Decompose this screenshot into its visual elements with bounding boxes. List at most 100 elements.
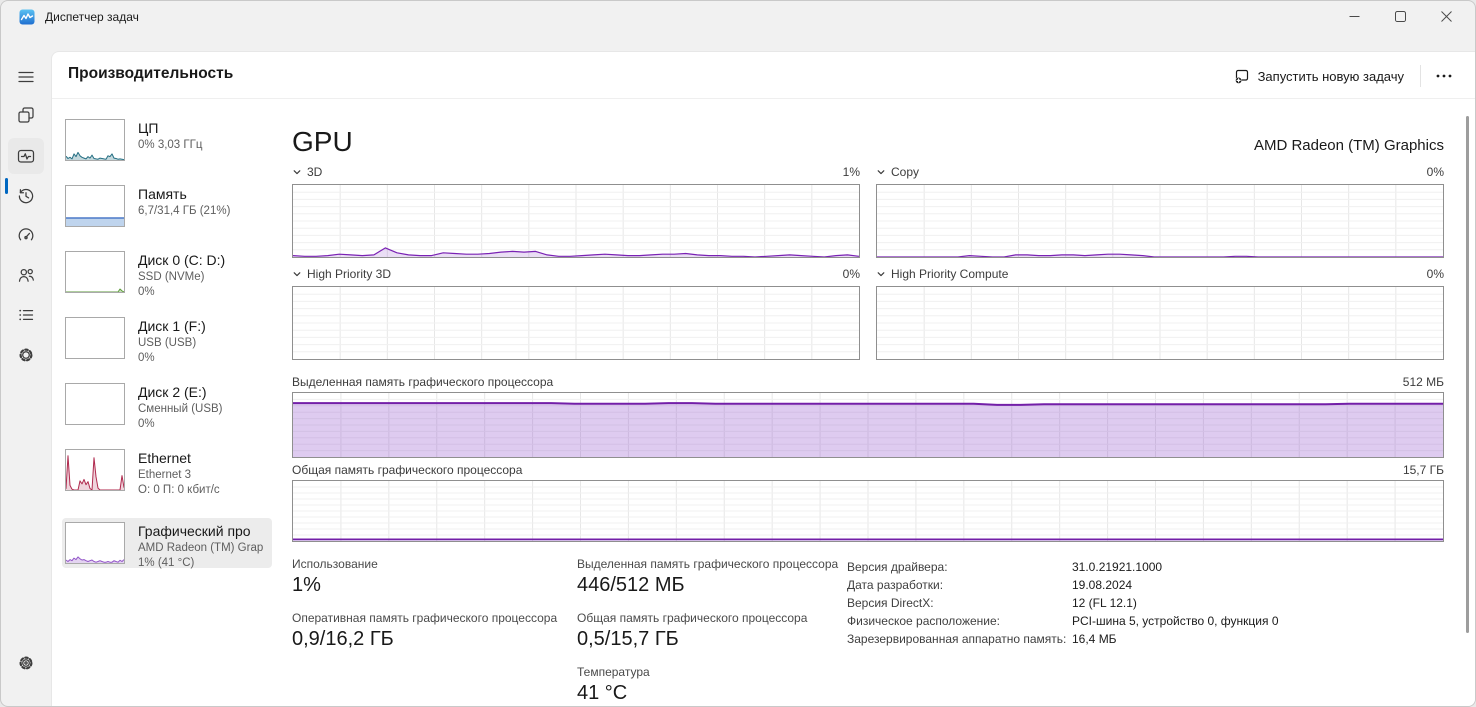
item-subtitle: 6,7/31,4 ГБ (21%) (138, 204, 264, 220)
sidebar-item-performance[interactable] (8, 138, 44, 174)
disk1-mini-chart (65, 317, 125, 359)
memory-mini-chart (65, 185, 125, 227)
gpu-dedicated-memory-chart (292, 392, 1444, 458)
chart-label-copy: Copy (891, 165, 919, 179)
item-subtitle: AMD Radeon (TM) Grap (138, 541, 264, 557)
disk0-mini-chart (65, 251, 125, 293)
nav-rail (1, 31, 51, 706)
content-card: Производительность Запустить новую задач… (51, 51, 1475, 706)
item-subtitle2: 0% (138, 285, 264, 301)
list-item-disk0[interactable]: Диск 0 (C: D:) SSD (NVMe) 0% (62, 246, 272, 312)
sidebar-item-services[interactable] (8, 337, 44, 373)
stat-label-usage: Использование (292, 557, 577, 571)
sidebar-item-details[interactable] (8, 297, 44, 333)
app-icon (19, 9, 35, 25)
sidebar-item-app-history[interactable] (8, 178, 44, 214)
performance-list: ЦП 0% 3,03 ГГц Память 6,7/31,4 ГБ (21%) … (62, 114, 272, 568)
item-title: Графический про (138, 523, 264, 541)
item-subtitle2: 1% (41 °C) (138, 556, 264, 572)
new-task-icon (1234, 68, 1250, 84)
minimize-button[interactable] (1331, 1, 1377, 32)
gpu-details: Версия драйвера: 31.0.21921.1000 Дата ра… (847, 557, 1444, 707)
chart-label-hpcompute: High Priority Compute (891, 267, 1008, 281)
gpu-stats: Использование 1% Оперативная память граф… (292, 557, 1444, 707)
speedometer-icon (17, 226, 35, 244)
maximize-icon (1395, 11, 1406, 22)
detail-row-physical-location: Физическое расположение: PCI-шина 5, уст… (847, 612, 1444, 630)
chart-value-hp3d: 0% (843, 267, 860, 281)
item-subtitle: SSD (NVMe) (138, 270, 264, 286)
stat-label-dedicated: Выделенная память графического процессор… (577, 557, 847, 571)
chevron-down-icon[interactable] (292, 269, 302, 279)
chevron-down-icon[interactable] (876, 269, 886, 279)
users-icon (17, 266, 35, 284)
close-icon (1441, 11, 1452, 22)
run-new-task-button[interactable]: Запустить новую задачу (1224, 62, 1414, 90)
chevron-down-icon[interactable] (292, 167, 302, 177)
task-manager-window: Диспетчер задач (0, 0, 1476, 707)
gpu-panel: GPU AMD Radeon (TM) Graphics 3D 1% Copy (292, 104, 1444, 707)
list-item-ethernet[interactable]: Ethernet Ethernet 3 О: 0 П: 0 кбит/с (62, 444, 272, 510)
window-title: Диспетчер задач (45, 10, 139, 24)
chart-value-3d: 1% (843, 165, 860, 179)
item-title: Память (138, 186, 264, 204)
settings-button[interactable] (8, 645, 44, 681)
item-subtitle: USB (USB) (138, 336, 264, 352)
chevron-down-icon[interactable] (876, 167, 886, 177)
gpu-copy-chart (876, 184, 1444, 258)
item-title: Диск 2 (E:) (138, 384, 264, 402)
processes-icon (17, 106, 35, 124)
detail-row-driver-version: Версия драйвера: 31.0.21921.1000 (847, 558, 1444, 576)
more-options-button[interactable] (1427, 62, 1461, 90)
sidebar-item-startup-apps[interactable] (8, 217, 44, 253)
sidebar-item-processes[interactable] (8, 97, 44, 133)
list-icon (17, 306, 35, 324)
cpu-mini-chart (65, 119, 125, 161)
item-subtitle: 0% 3,03 ГГц (138, 138, 264, 154)
ellipsis-icon (1436, 74, 1452, 78)
gpu-hpcompute-chart (876, 286, 1444, 360)
vertical-scrollbar[interactable] (1466, 116, 1470, 690)
item-title: Ethernet (138, 450, 264, 468)
list-item-cpu[interactable]: ЦП 0% 3,03 ГГц (62, 114, 272, 180)
chart-value-hpcompute: 0% (1427, 267, 1444, 281)
item-subtitle: Ethernet 3 (138, 468, 264, 484)
list-item-gpu[interactable]: Графический про AMD Radeon (TM) Grap 1% … (62, 518, 272, 568)
minimize-icon (1349, 11, 1360, 22)
stat-label-shared: Общая память графического процессора (577, 611, 847, 625)
run-new-task-label: Запустить новую задачу (1258, 69, 1404, 84)
stat-label-temperature: Температура (577, 665, 847, 679)
gpu-shared-memory-chart (292, 480, 1444, 542)
menu-button[interactable] (8, 59, 44, 95)
chart-label-3d: 3D (307, 165, 322, 179)
list-item-disk2[interactable]: Диск 2 (E:) Сменный (USB) 0% (62, 378, 272, 444)
stat-label-gpu-ram: Оперативная память графического процессо… (292, 611, 577, 625)
page-title: Производительность (68, 65, 233, 83)
stat-value-dedicated: 446/512 МБ (577, 574, 847, 597)
stat-value-gpu-ram: 0,9/16,2 ГБ (292, 628, 577, 651)
stat-value-shared: 0,5/15,7 ГБ (577, 628, 847, 651)
titlebar: Диспетчер задач (1, 1, 1475, 51)
stat-value-temperature: 41 °C (577, 682, 847, 705)
performance-icon (17, 147, 35, 165)
item-title: Диск 0 (C: D:) (138, 252, 264, 270)
disk2-mini-chart (65, 383, 125, 425)
item-subtitle2: О: 0 П: 0 кбит/с (138, 483, 264, 499)
detail-row-reserved-memory: Зарезервированная аппаратно память: 16,4… (847, 630, 1444, 648)
menu-icon (17, 68, 35, 86)
list-item-disk1[interactable]: Диск 1 (F:) USB (USB) 0% (62, 312, 272, 378)
item-title: Диск 1 (F:) (138, 318, 264, 336)
sidebar-item-users[interactable] (8, 257, 44, 293)
scrollbar-thumb[interactable] (1466, 116, 1469, 633)
chart-label-hp3d: High Priority 3D (307, 267, 391, 281)
close-button[interactable] (1423, 1, 1469, 32)
list-item-memory[interactable]: Память 6,7/31,4 ГБ (21%) (62, 180, 272, 246)
detail-row-driver-date: Дата разработки: 19.08.2024 (847, 576, 1444, 594)
chart-label-dedicated-memory: Выделенная память графического процессор… (292, 375, 553, 389)
item-subtitle2: 0% (138, 351, 264, 367)
gpu-hp3d-chart (292, 286, 860, 360)
chart-label-shared-memory: Общая память графического процессора (292, 463, 522, 477)
chart-max-shared-memory: 15,7 ГБ (1403, 463, 1444, 477)
maximize-button[interactable] (1377, 1, 1423, 32)
gpu-panel-title: GPU (292, 128, 353, 156)
